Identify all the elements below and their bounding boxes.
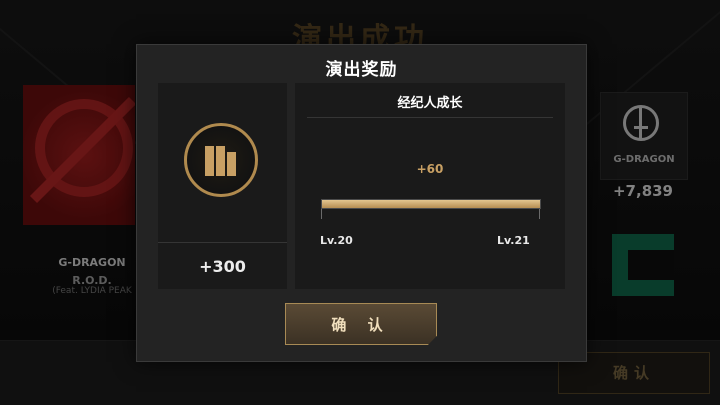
coin-bar	[205, 146, 214, 176]
divider	[158, 242, 287, 243]
exp-gain-value: +60	[416, 162, 444, 176]
modal-title: 演出奖励	[325, 60, 398, 80]
level-progress-bar	[321, 199, 541, 209]
record-coin-icon	[184, 123, 258, 197]
level-from-label: Lv.20	[320, 234, 353, 247]
coin-bar	[216, 146, 225, 176]
divider	[307, 117, 553, 118]
currency-reward-value: +300	[199, 257, 246, 276]
confirm-button[interactable]: 确 认	[285, 303, 437, 345]
reward-modal: 演出奖励 +300 经纪人成长 +60 Lv.20 Lv.21 确 认	[136, 44, 587, 362]
level-progress-fill	[322, 200, 540, 208]
progress-tick-end	[539, 209, 540, 219]
progress-tick-start	[321, 209, 322, 219]
growth-title: 经纪人成长	[397, 96, 463, 111]
level-to-label: Lv.21	[497, 234, 530, 247]
coin-bar	[227, 152, 236, 176]
currency-reward-panel: +300	[158, 83, 287, 289]
manager-growth-panel: 经纪人成长 +60 Lv.20 Lv.21	[295, 83, 565, 289]
